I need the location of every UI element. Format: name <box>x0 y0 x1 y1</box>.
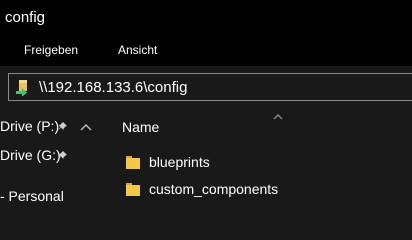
chevron-up-icon[interactable] <box>80 118 92 131</box>
column-header-name[interactable]: Name <box>122 119 159 135</box>
sort-ascending-icon <box>272 108 284 120</box>
title-bar: config <box>0 0 412 32</box>
list-item[interactable]: custom_components <box>101 177 412 203</box>
address-path: \\192.168.133.6\config <box>39 79 188 96</box>
file-name: blueprints <box>149 154 210 170</box>
file-name: custom_components <box>149 181 279 197</box>
folder-icon <box>126 181 140 197</box>
nav-item-drive-g[interactable]: Drive (G:) <box>0 147 61 163</box>
pin-icon <box>58 120 70 132</box>
folder-icon <box>126 154 140 170</box>
address-toolbar: \\192.168.133.6\config <box>0 66 412 110</box>
nav-item-drive-p[interactable]: Drive (P:) <box>0 118 59 134</box>
ribbon-tabs: Freigeben Ansicht <box>0 32 412 66</box>
pin-icon <box>58 149 70 161</box>
address-bar[interactable]: \\192.168.133.6\config <box>8 73 412 101</box>
nav-item-personal[interactable]: - Personal <box>0 188 64 204</box>
tab-share[interactable]: Freigeben <box>24 43 78 57</box>
network-folder-icon <box>15 78 33 97</box>
tab-view[interactable]: Ansicht <box>118 43 157 57</box>
list-item[interactable]: blueprints <box>101 150 412 176</box>
window-title: config <box>5 9 46 26</box>
